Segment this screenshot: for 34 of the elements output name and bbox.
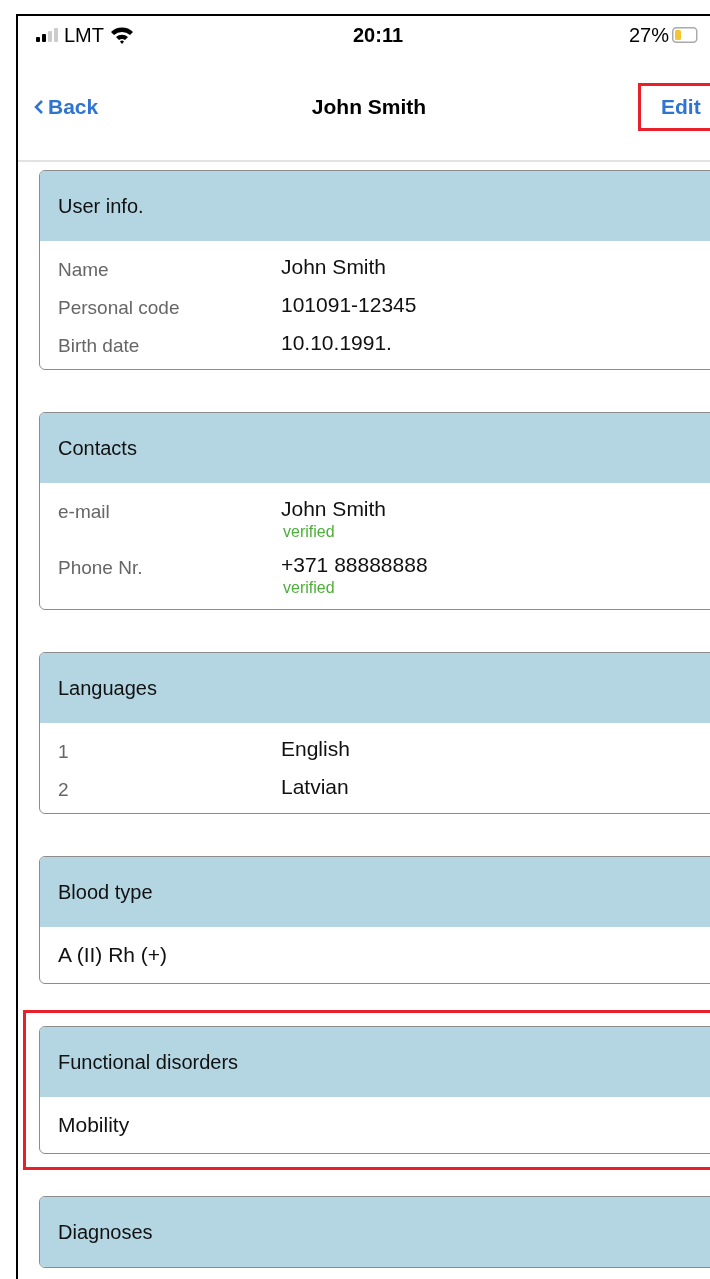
wifi-icon [110, 26, 134, 44]
field-label: Birth date [58, 334, 141, 357]
verified-status: verified [282, 579, 336, 597]
edit-button[interactable]: Edit [638, 83, 710, 131]
field-label: e-mail [58, 500, 111, 523]
field-value: 101091-12345 [281, 293, 417, 317]
battery-percent: 27% [628, 23, 669, 47]
field-value: 10.10.1991. [281, 331, 392, 355]
field-value: English [281, 737, 350, 761]
chevron-left-icon [34, 99, 44, 115]
verified-status: verified [282, 523, 336, 541]
field-label: Name [58, 258, 110, 281]
field-label: Phone Nr. [58, 556, 144, 579]
field-label: 1 [58, 740, 70, 763]
battery-icon [672, 27, 698, 43]
field-label: Personal code [58, 296, 181, 319]
section-header: Blood type [40, 857, 710, 927]
field-value: +371 88888888 [281, 553, 428, 577]
field-value: John Smith [281, 255, 387, 279]
clock-time: 20:11 [352, 23, 404, 47]
signal-icon [36, 28, 58, 42]
page-title: John Smith [311, 95, 427, 119]
section-header: Diagnoses [40, 1197, 710, 1267]
section-header: Languages [40, 653, 710, 723]
back-button[interactable]: Back [34, 95, 99, 119]
section-header: Functional disorders [40, 1027, 710, 1097]
field-label: 2 [58, 778, 70, 801]
section-header: User info. [40, 171, 710, 241]
section-value: Mobility [57, 1112, 131, 1138]
field-value: John Smith [281, 497, 387, 521]
section-value: A (II) Rh (+) [57, 942, 169, 968]
section-header: Contacts [40, 413, 710, 483]
field-value: Latvian [281, 775, 349, 799]
carrier-name: LMT [64, 23, 104, 47]
